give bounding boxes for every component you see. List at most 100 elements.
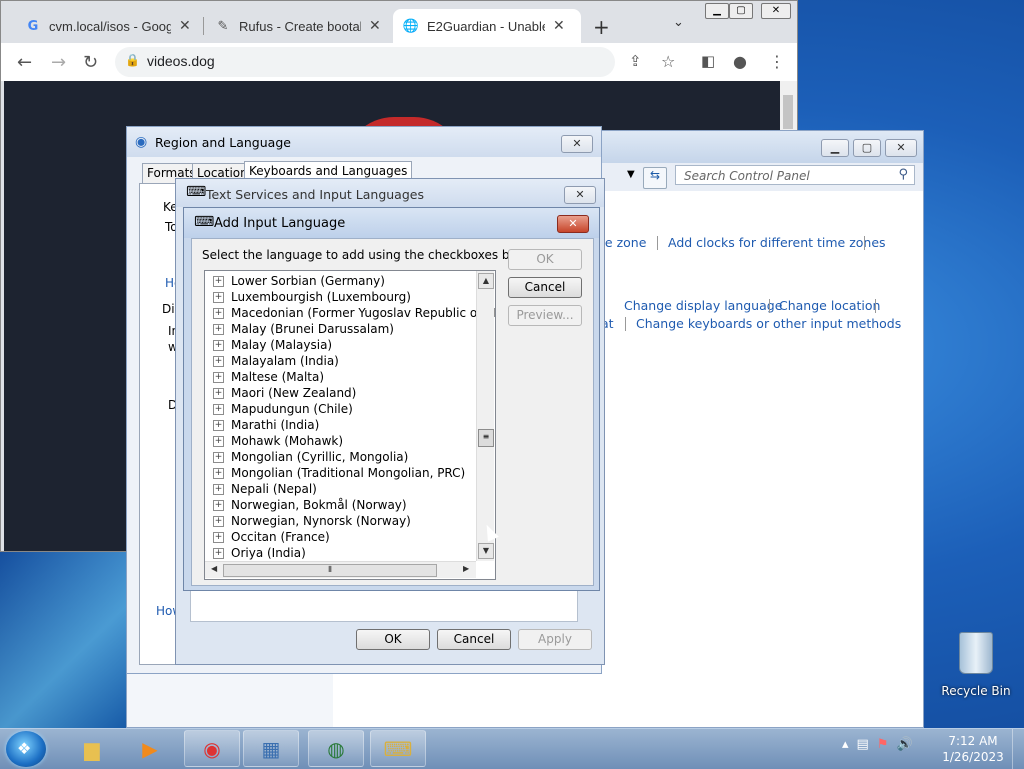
expand-plus-icon[interactable]: + bbox=[213, 387, 224, 399]
expand-plus-icon[interactable]: + bbox=[213, 531, 224, 543]
close-icon[interactable]: ✕ bbox=[564, 186, 596, 204]
close-icon[interactable]: ✕ bbox=[761, 3, 791, 19]
start-button[interactable]: ❖ bbox=[6, 731, 46, 767]
expand-plus-icon[interactable]: + bbox=[213, 307, 224, 319]
language-tree-item[interactable]: + Malay (Brunei Darussalam) bbox=[213, 321, 394, 337]
control-panel-taskbar-button[interactable]: ▦ bbox=[243, 730, 299, 767]
region-settings-taskbar-button[interactable]: ◍ bbox=[308, 730, 364, 767]
scroll-thumb[interactable]: ≡ bbox=[478, 429, 494, 447]
expand-plus-icon[interactable]: + bbox=[213, 355, 224, 367]
list-horizontal-scrollbar[interactable]: ◀ ⦀ ▶ bbox=[205, 561, 476, 578]
new-tab-button[interactable]: + bbox=[593, 15, 610, 39]
side-panel-icon[interactable]: ◧ bbox=[701, 52, 715, 70]
tab-close-icon[interactable]: ✕ bbox=[369, 18, 381, 34]
scroll-down-icon[interactable]: ▼ bbox=[478, 543, 494, 559]
expand-plus-icon[interactable]: + bbox=[213, 403, 224, 415]
browser-tab-rufus[interactable]: ✎ Rufus - Create bootable ✕ bbox=[205, 9, 391, 43]
back-arrow-icon[interactable]: ← bbox=[17, 52, 32, 73]
bookmark-star-icon[interactable]: ☆ bbox=[661, 52, 675, 71]
action-center-icon[interactable]: ⚑ bbox=[877, 737, 889, 752]
tab-close-icon[interactable]: ✕ bbox=[553, 18, 565, 34]
language-tree-item[interactable]: + Nepali (Nepal) bbox=[213, 481, 317, 497]
chevron-down-icon[interactable]: ▼ bbox=[627, 169, 635, 180]
browser-tab-e2guardian[interactable]: 🌐 E2Guardian - Unable to ✕ bbox=[393, 9, 581, 43]
expand-plus-icon[interactable]: + bbox=[213, 419, 224, 431]
chrome-taskbar-button[interactable]: ◉ bbox=[184, 730, 240, 767]
change-location-link[interactable]: Change location bbox=[779, 298, 880, 313]
expand-plus-icon[interactable]: + bbox=[213, 499, 224, 511]
show-desktop-button[interactable] bbox=[1012, 729, 1024, 769]
cancel-button[interactable]: Cancel bbox=[437, 629, 511, 650]
language-tree-item[interactable]: + Malayalam (India) bbox=[213, 353, 339, 369]
expand-plus-icon[interactable]: + bbox=[213, 451, 224, 463]
ok-button[interactable]: OK bbox=[356, 629, 430, 650]
language-tree-item[interactable]: + Mohawk (Mohawk) bbox=[213, 433, 343, 449]
expand-plus-icon[interactable]: + bbox=[213, 339, 224, 351]
close-icon[interactable]: ✕ bbox=[885, 139, 917, 157]
add-clocks-link[interactable]: Add clocks for different time zones bbox=[668, 235, 886, 250]
ok-button[interactable]: OK bbox=[508, 249, 582, 270]
browser-tab-cvm-isos[interactable]: G cvm.local/isos - Google ✕ bbox=[15, 9, 201, 43]
minimize-icon[interactable]: ▁ bbox=[821, 139, 849, 157]
maximize-icon[interactable]: ▢ bbox=[853, 139, 881, 157]
control-panel-search-input[interactable]: Search Control Panel ⚲ bbox=[675, 165, 915, 185]
expand-plus-icon[interactable]: + bbox=[213, 275, 224, 287]
list-vertical-scrollbar[interactable]: ▲ ≡ ▼ bbox=[476, 271, 494, 561]
profile-avatar-icon[interactable]: ● bbox=[733, 52, 747, 71]
expand-plus-icon[interactable]: + bbox=[213, 323, 224, 335]
language-tree-item[interactable]: + Norwegian, Bokmål (Norway) bbox=[213, 497, 407, 513]
language-tree-list[interactable]: + Lower Sorbian (Germany) + Luxembourgish (… bbox=[204, 270, 496, 580]
forward-arrow-icon[interactable]: → bbox=[51, 52, 66, 73]
scroll-up-icon[interactable]: ▲ bbox=[478, 273, 494, 289]
expand-plus-icon[interactable]: + bbox=[213, 371, 224, 383]
language-tree-item[interactable]: + Maltese (Malta) bbox=[213, 369, 324, 385]
expand-plus-icon[interactable]: + bbox=[213, 467, 224, 479]
text-services-taskbar-button[interactable]: ⌨ bbox=[370, 730, 426, 767]
language-tree-item[interactable]: + Norwegian, Nynorsk (Norway) bbox=[213, 513, 411, 529]
scroll-right-icon[interactable]: ▶ bbox=[463, 564, 469, 573]
minimize-icon[interactable]: ▁ bbox=[705, 3, 729, 19]
tab-search-chevron-icon[interactable]: ⌄ bbox=[673, 15, 684, 30]
volume-icon[interactable]: 🔊 bbox=[896, 737, 912, 752]
expand-plus-icon[interactable]: + bbox=[213, 547, 224, 559]
expand-plus-icon[interactable]: + bbox=[213, 435, 224, 447]
recycle-bin-desktop-icon[interactable]: Recycle Bin bbox=[940, 632, 1012, 702]
language-tree-item[interactable]: + Oriya (India) bbox=[213, 545, 306, 561]
change-keyboards-link[interactable]: Change keyboards or other input methods bbox=[636, 316, 901, 331]
apply-button[interactable]: Apply bbox=[518, 629, 592, 650]
close-icon[interactable]: ✕ bbox=[557, 215, 589, 233]
language-tree-item[interactable]: + Luxembourgish (Luxembourg) bbox=[213, 289, 411, 305]
change-display-language-link[interactable]: Change display language bbox=[624, 298, 782, 313]
close-icon[interactable]: ✕ bbox=[561, 135, 593, 153]
cancel-button[interactable]: Cancel bbox=[508, 277, 582, 298]
reload-icon[interactable]: ↻ bbox=[83, 52, 98, 73]
share-icon[interactable]: ⇪ bbox=[629, 52, 642, 70]
language-tree-item[interactable]: + Mongolian (Cyrillic, Mongolia) bbox=[213, 449, 408, 465]
network-icon[interactable]: ▤ bbox=[857, 737, 869, 752]
scroll-left-icon[interactable]: ◀ bbox=[211, 564, 217, 573]
expand-plus-icon[interactable]: + bbox=[213, 291, 224, 303]
media-player-taskbar-button[interactable]: ▶ bbox=[122, 730, 178, 767]
scroll-thumb[interactable]: ⦀ bbox=[223, 564, 437, 577]
taskbar-clock[interactable]: 7:12 AM 1/26/2023 bbox=[938, 733, 1008, 765]
show-hidden-icons-icon[interactable]: ▴ bbox=[842, 737, 849, 752]
tab-close-icon[interactable]: ✕ bbox=[179, 18, 191, 34]
recycle-bin-icon bbox=[959, 632, 993, 674]
language-tree-item[interactable]: + Lower Sorbian (Germany) bbox=[213, 273, 385, 289]
address-bar[interactable]: 🔒 videos.dog bbox=[115, 47, 615, 77]
menu-dots-icon[interactable]: ⋮ bbox=[769, 52, 785, 71]
language-tree-item[interactable]: + Macedonian (Former Yugoslav Republic of… bbox=[213, 305, 495, 321]
expand-plus-icon[interactable]: + bbox=[213, 483, 224, 495]
refresh-icon[interactable]: ⇆ bbox=[643, 167, 667, 189]
language-tree-item[interactable]: + Occitan (France) bbox=[213, 529, 330, 545]
language-item-label: Mapudungun (Chile) bbox=[231, 402, 353, 416]
maximize-icon[interactable]: ▢ bbox=[729, 3, 753, 19]
language-tree-item[interactable]: + Maori (New Zealand) bbox=[213, 385, 356, 401]
expand-plus-icon[interactable]: + bbox=[213, 515, 224, 527]
language-tree-item[interactable]: + Malay (Malaysia) bbox=[213, 337, 332, 353]
file-explorer-taskbar-button[interactable]: ▆ bbox=[64, 730, 120, 767]
language-tree-item[interactable]: + Mapudungun (Chile) bbox=[213, 401, 353, 417]
language-tree-item[interactable]: + Marathi (India) bbox=[213, 417, 319, 433]
preview-button[interactable]: Preview... bbox=[508, 305, 582, 326]
language-tree-item[interactable]: + Mongolian (Traditional Mongolian, PRC) bbox=[213, 465, 465, 481]
